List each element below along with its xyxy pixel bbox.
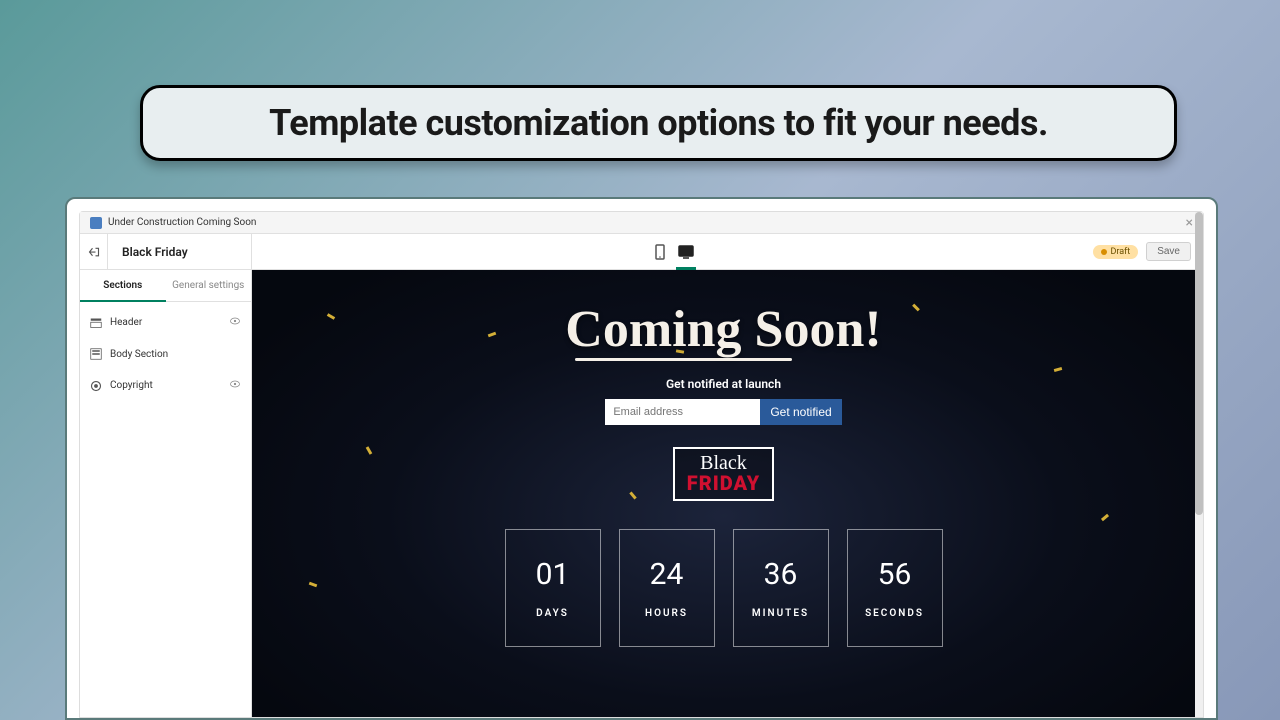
scrollbar-thumb[interactable]: [1195, 270, 1203, 515]
notify-form: Get notified: [605, 399, 841, 425]
logo-top: Black: [687, 455, 760, 471]
section-item-body[interactable]: Body Section: [80, 339, 251, 369]
scrollbar[interactable]: [1195, 270, 1203, 717]
app-icon: [90, 217, 102, 229]
countdown-label: SECONDS: [865, 608, 924, 619]
tab-general-settings[interactable]: General settings: [166, 270, 252, 301]
section-item-header[interactable]: Header: [80, 306, 251, 339]
mobile-view-button[interactable]: [652, 244, 668, 260]
exit-icon: [88, 246, 100, 258]
save-button[interactable]: Save: [1146, 242, 1191, 261]
countdown-minutes: 36 MINUTES: [733, 529, 829, 647]
countdown-days: 01 DAYS: [505, 529, 601, 647]
countdown-value: 56: [878, 557, 912, 592]
template-name: Black Friday: [108, 245, 188, 259]
countdown-label: DAYS: [536, 608, 569, 619]
section-label: Body Section: [110, 349, 168, 360]
status-badge: Draft: [1093, 245, 1138, 259]
mobile-icon: [652, 244, 668, 260]
titlebar: Under Construction Coming Soon ×: [80, 212, 1203, 234]
section-label: Header: [110, 317, 142, 328]
body-icon: [90, 348, 102, 360]
visibility-icon[interactable]: [229, 378, 241, 393]
countdown-value: 24: [650, 557, 684, 592]
device-switcher: [252, 244, 1093, 260]
toolbar-right: Draft Save: [1093, 242, 1203, 261]
sidebar-tabs: Sections General settings: [80, 270, 251, 302]
notify-button[interactable]: Get notified: [760, 399, 841, 425]
countdown-seconds: 56 SECONDS: [847, 529, 943, 647]
copyright-icon: [90, 380, 102, 392]
app-window: Under Construction Coming Soon × Black F…: [79, 211, 1204, 718]
countdown-value: 36: [764, 557, 798, 592]
preview-canvas: Coming Soon! Get notified at launch Get …: [252, 270, 1195, 717]
workspace: Sections General settings Header Body Se…: [80, 270, 1203, 717]
promo-banner: Template customization options to fit yo…: [140, 85, 1177, 161]
email-input[interactable]: [605, 399, 760, 425]
heading: Coming Soon!: [565, 300, 881, 359]
toolbar-left: Black Friday: [80, 234, 252, 269]
desktop-icon: [678, 244, 694, 260]
toolbar: Black Friday Draft Save: [80, 234, 1203, 270]
sidebar: Sections General settings Header Body Se…: [80, 270, 252, 717]
section-label: Copyright: [110, 380, 153, 391]
countdown-value: 01: [536, 557, 570, 592]
countdown-hours: 24 HOURS: [619, 529, 715, 647]
visibility-icon[interactable]: [229, 315, 241, 330]
notify-label: Get notified at launch: [666, 377, 781, 391]
desktop-view-button[interactable]: [678, 244, 694, 260]
preview-content: Coming Soon! Get notified at launch Get …: [252, 270, 1195, 647]
app-frame: Under Construction Coming Soon × Black F…: [65, 197, 1218, 720]
close-icon[interactable]: ×: [1186, 216, 1193, 230]
banner-title: Template customization options to fit yo…: [173, 102, 1144, 144]
back-button[interactable]: [80, 234, 108, 269]
app-name: Under Construction Coming Soon: [108, 217, 256, 228]
section-item-copyright[interactable]: Copyright: [80, 369, 251, 402]
countdown: 01 DAYS 24 HOURS 36 MINUTES 56: [505, 529, 943, 647]
tab-sections[interactable]: Sections: [80, 270, 166, 301]
header-icon: [90, 317, 102, 329]
logo-bottom: FRIDAY: [687, 471, 760, 495]
countdown-label: HOURS: [645, 608, 688, 619]
countdown-label: MINUTES: [752, 608, 809, 619]
black-friday-logo: Black FRIDAY: [673, 447, 774, 501]
section-list: Header Body Section Copyright: [80, 302, 251, 406]
